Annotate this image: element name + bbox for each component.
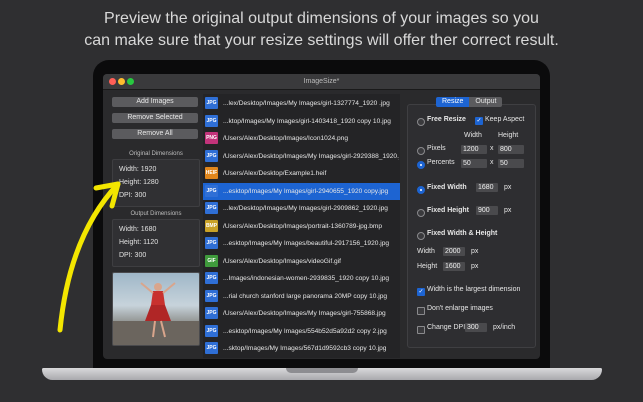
pointer-arrow bbox=[57, 181, 121, 333]
pointer-arrow-shaft bbox=[57, 181, 121, 333]
